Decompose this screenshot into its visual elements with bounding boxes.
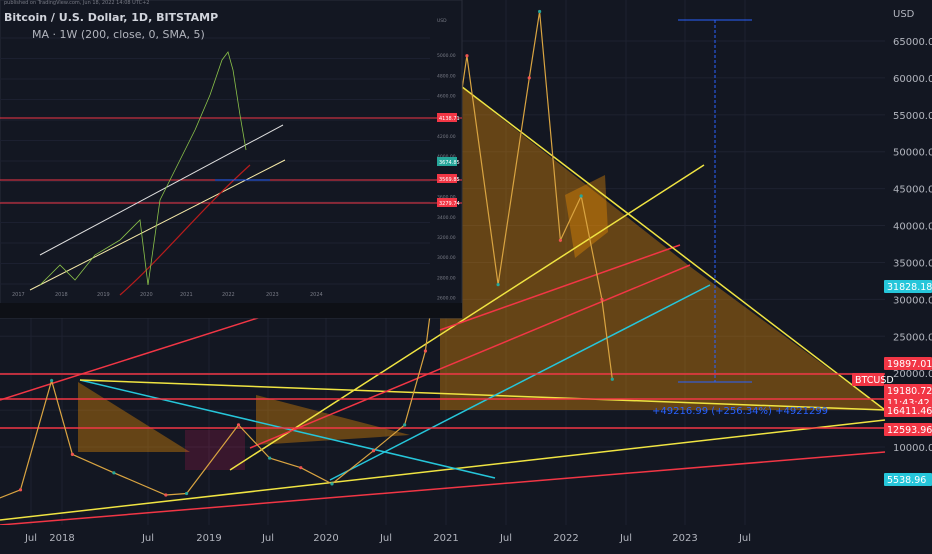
x-axis-tick: 2019: [196, 533, 221, 544]
price-chart[interactable]: +49216.99 (+256.34%) +4921299 USD 10000.00…: [0, 0, 932, 550]
price-point: [538, 10, 541, 13]
price-label: 5538.96: [887, 475, 926, 486]
price-point: [50, 379, 53, 382]
y-axis-unit: USD: [893, 9, 915, 20]
inset-x-tick: 2024: [310, 292, 323, 298]
inset-y-tick: 3400.00: [437, 215, 456, 221]
inset-y-tick: 2800.00: [437, 275, 456, 281]
price-label: 31828.18: [887, 282, 932, 293]
x-axis-tick: Jul: [24, 533, 37, 544]
inset-x-tick: 2020: [140, 292, 153, 298]
x-axis-tick: 2020: [313, 533, 338, 544]
price-point: [424, 349, 427, 352]
price-label: 19897.01: [887, 359, 932, 370]
price-point: [497, 283, 500, 286]
price-point: [600, 298, 603, 301]
x-axis-tick: Jul: [261, 533, 274, 544]
x-axis-tick: 2023: [672, 533, 697, 544]
ma-indicator-label[interactable]: MA · 1W (200, close, 0, SMA, 5): [32, 28, 205, 41]
inset-price-tag: 3569.85: [439, 177, 460, 183]
price-point: [330, 482, 333, 485]
inset-x-tick: 2019: [97, 292, 110, 298]
x-axis-tick: 2021: [433, 533, 458, 544]
y-axis-tick: 50000.00: [893, 148, 932, 159]
support-line-pink: [0, 452, 885, 525]
inset-price-tag: 3279.74: [439, 201, 460, 207]
x-axis-tick: Jul: [379, 533, 392, 544]
symbol-title[interactable]: Bitcoin / U.S. Dollar, 1D, BITSTAMP: [4, 11, 218, 24]
x-axis-tick: 2022: [553, 533, 578, 544]
inset-y-tick: 3000.00: [437, 255, 456, 261]
price-label: 12593.96: [887, 425, 932, 436]
x-axis-tick: Jul: [499, 533, 512, 544]
price-point: [465, 54, 468, 57]
inset-y-tick: 4800.00: [437, 73, 456, 79]
x-axis-tick: Jul: [738, 533, 751, 544]
inset-y-tick: 4200.00: [437, 134, 456, 140]
inset-x-tick: 2022: [222, 292, 235, 298]
price-point: [611, 378, 614, 381]
y-axis-tick: 60000.00: [893, 74, 932, 85]
x-axis-tick: Jul: [141, 533, 154, 544]
price-point: [559, 239, 562, 242]
inset-y-tick: 5000.00: [437, 53, 456, 59]
price-point: [299, 466, 302, 469]
price-label: 19180.72: [887, 386, 932, 397]
inset-y-tick: 3200.00: [437, 235, 456, 241]
price-point: [403, 423, 406, 426]
price-point: [71, 453, 74, 456]
y-axis-tick: 45000.00: [893, 185, 932, 196]
inset-price-tag: 4138.71: [439, 116, 460, 122]
y-axis-tick: 25000.00: [893, 332, 932, 343]
measure-label: +49216.99 (+256.34%) +4921299: [652, 406, 828, 417]
x-axis-band: [0, 525, 932, 550]
inset-y-tick: 2600.00: [437, 296, 456, 302]
price-point: [580, 194, 583, 197]
price-point: [528, 76, 531, 79]
inset-x-tick: 2018: [55, 292, 68, 298]
y-axis-tick: 65000.00: [893, 37, 932, 48]
inset-x-tick: 2023: [266, 292, 279, 298]
y-axis-tick: 35000.00: [893, 258, 932, 269]
y-axis-tick: 20000.00: [893, 369, 932, 380]
inset-y-tick: 4600.00: [437, 94, 456, 100]
inset-x-tick: 2017: [12, 292, 25, 298]
price-point: [164, 493, 167, 496]
price-point: [185, 492, 188, 495]
inset-footer: [0, 303, 462, 318]
consolidation-box: [185, 430, 245, 470]
price-point: [19, 488, 22, 491]
inset-x-tick: 2021: [180, 292, 193, 298]
y-axis-tick: 55000.00: [893, 111, 932, 122]
price-label: 16411.46: [887, 406, 932, 417]
triangle-2019-fill: [256, 395, 410, 445]
price-point: [372, 449, 375, 452]
y-axis-tick: 30000.00: [893, 295, 932, 306]
x-axis-tick: 2018: [49, 533, 74, 544]
y-axis-tick: 10000.00: [893, 443, 932, 454]
price-point: [268, 456, 271, 459]
inset-price-tag: 3674.85: [439, 160, 460, 166]
published-note: published on TradingView.com, Jun 18, 20…: [4, 0, 149, 6]
price-point: [237, 423, 240, 426]
y-axis-tick: 40000.00: [893, 222, 932, 233]
price-point: [112, 471, 115, 474]
x-axis-tick: Jul: [619, 533, 632, 544]
inset-chart: USD5000.004800.004600.004400.004200.0040…: [0, 0, 462, 318]
chart-header: published on TradingView.com, Jun 18, 20…: [0, 0, 460, 44]
